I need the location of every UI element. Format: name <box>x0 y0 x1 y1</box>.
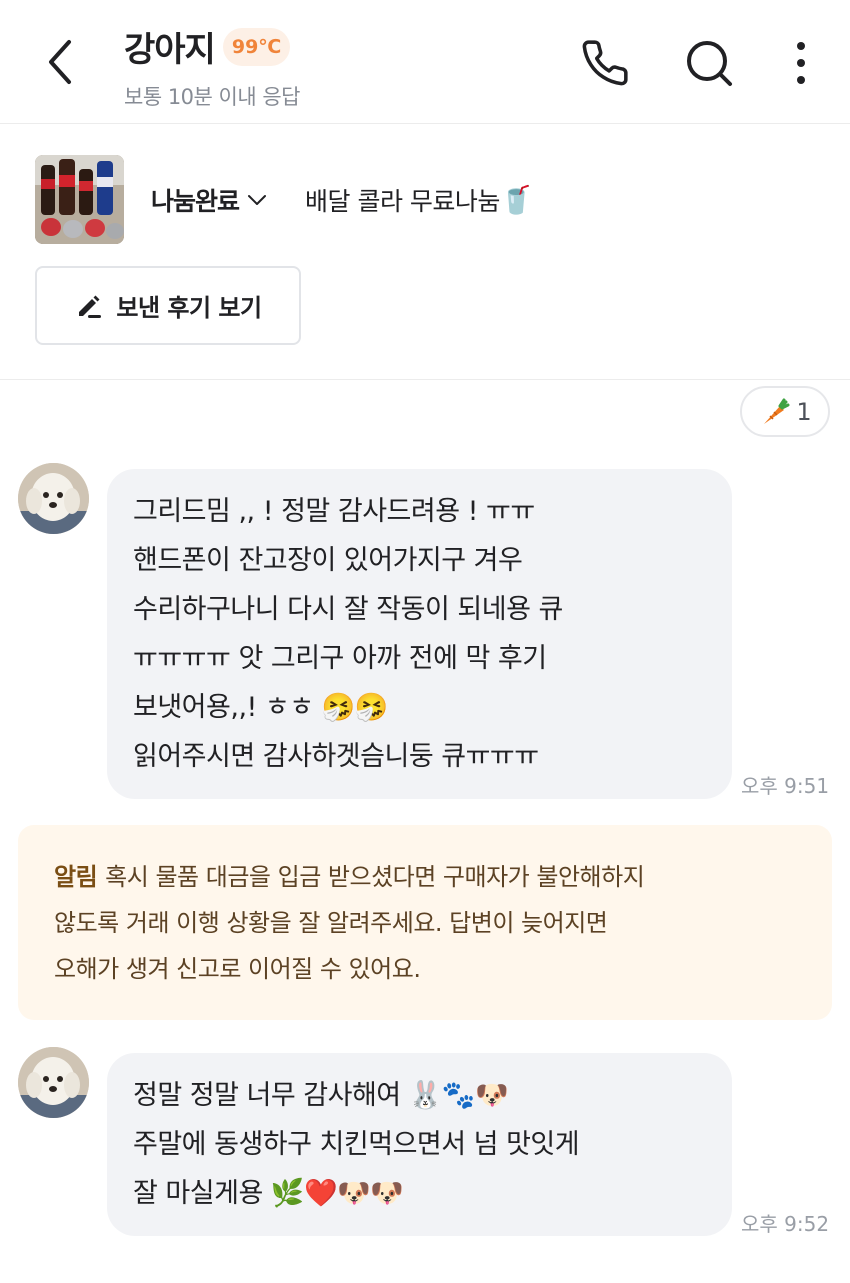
message-bubble[interactable]: 그리드밈 ,, ! 정말 감사드려용 ! ㅠㅠ 핸드폰이 잔고장이 있어가지구 … <box>107 469 732 799</box>
chevron-down-icon <box>248 195 267 205</box>
cola-photo-image <box>35 155 124 244</box>
product-thumbnail[interactable] <box>35 155 124 244</box>
message-line: 주말에 동생하구 치킨먹으면서 넘 맛잇게 <box>133 1129 580 1160</box>
view-sent-review-button[interactable]: 보낸 후기 보기 <box>35 266 301 345</box>
product-info-bar: 나눔완료 배달 콜라 무료나눔 🥤 보낸 후기 보기 <box>0 124 850 380</box>
message-line: 정말 정말 너무 감사해여 🐰🐾🐶 <box>133 1080 509 1111</box>
product-title[interactable]: 배달 콜라 무료나눔 🥤 <box>305 182 534 218</box>
notice-line: 알림 혹시 물품 대금을 입금 받으셨다면 구매자가 불안해하지 <box>54 854 796 900</box>
message-line: ㅠㅠㅠㅠ 앗 그리구 아까 전에 막 후기 <box>133 643 547 674</box>
message-bubble[interactable]: 정말 정말 너무 감사해여 🐰🐾🐶 주말에 동생하구 치킨먹으면서 넘 맛잇게 … <box>107 1053 732 1236</box>
safety-notice: 알림 혹시 물품 대금을 입금 받으셨다면 구매자가 불안해하지 않도록 거래 이… <box>18 825 832 1020</box>
product-title-text: 배달 콜라 무료나눔 <box>305 187 500 216</box>
chat-header: 강아지 99℃ 보통 10분 이내 응답 <box>0 0 850 124</box>
more-button[interactable] <box>774 36 828 90</box>
message-line: 핸드폰이 잔고장이 있어가지구 겨우 <box>133 545 523 576</box>
message-line: 보냇어용,,! ㅎㅎ 🤧🤧 <box>133 692 388 723</box>
search-button[interactable] <box>682 36 736 90</box>
carrot-count: 1 <box>796 397 812 426</box>
message-line: 그리드밈 ,, ! 정말 감사드려용 ! ㅠㅠ <box>133 496 535 527</box>
search-icon <box>687 41 732 86</box>
view-sent-review-label: 보낸 후기 보기 <box>116 294 262 322</box>
cup-with-straw-icon: 🥤 <box>499 185 534 216</box>
notice-line: 오해가 생겨 신고로 이어질 수 있어요. <box>54 955 421 983</box>
pencil-icon <box>79 295 102 318</box>
partner-name: 강아지 <box>124 30 216 70</box>
chevron-left-icon <box>49 40 71 84</box>
response-time-text: 보통 10분 이내 응답 <box>124 85 301 109</box>
notice-text: 혹시 물품 대금을 입금 받으셨다면 구매자가 불안해하지 <box>105 863 645 891</box>
message-line: 수리하구나니 다시 잘 작동이 되네용 큐 <box>133 594 563 625</box>
phone-icon <box>582 40 628 86</box>
partner-avatar[interactable] <box>18 1047 89 1118</box>
chat-partner-info[interactable]: 강아지 99℃ 보통 10분 이내 응답 <box>124 22 301 111</box>
notice-line: 않도록 거래 이행 상황을 잘 알려주세요. 답변이 늦어지면 <box>54 909 608 937</box>
more-vertical-icon <box>797 42 805 84</box>
message-timestamp: 오후 9:52 <box>741 1212 830 1236</box>
call-button[interactable] <box>578 36 632 90</box>
message-line: 잘 마실게용 🌿❤️🐶🐶 <box>133 1178 404 1209</box>
notice-tag: 알림 <box>54 863 98 891</box>
manner-temperature-badge: 99℃ <box>222 27 291 66</box>
message-timestamp: 오후 9:51 <box>741 774 830 798</box>
dog-avatar-image <box>18 1047 89 1118</box>
trade-status-label: 나눔완료 <box>151 187 240 216</box>
dog-avatar-image <box>18 463 89 534</box>
message-line: 읽어주시면 감사하겟슴니둥 큐ㅠㅠㅠ <box>133 741 539 772</box>
trade-status-dropdown[interactable]: 나눔완료 <box>151 182 267 218</box>
carrot-reaction-badge[interactable]: 1 <box>740 386 830 437</box>
partner-avatar[interactable] <box>18 463 89 534</box>
carrot-icon <box>764 398 790 424</box>
back-button[interactable] <box>34 34 86 90</box>
chat-message-list[interactable]: 1 그리드밈 ,, ! 정말 감사드려용 ! ㅠㅠ 핸드폰이 잔고장이 있어가지… <box>0 380 850 1283</box>
